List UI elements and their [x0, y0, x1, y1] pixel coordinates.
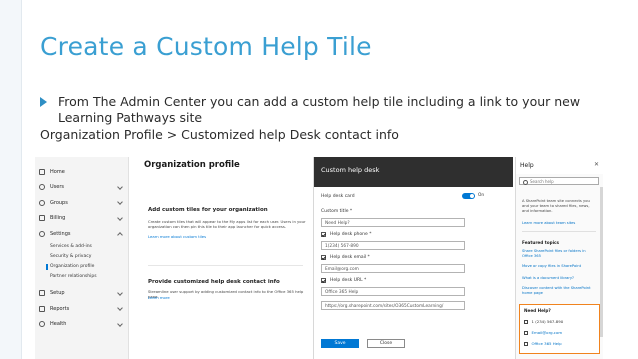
- help-topic-link[interactable]: Share SharePoint files or folders in Off…: [522, 249, 596, 259]
- close-icon[interactable]: ✕: [594, 161, 599, 168]
- need-help-link-text: Office 365 Help: [531, 341, 562, 346]
- admin-center-screenshot: Home Users Groups Billing Settings Servi…: [35, 157, 603, 359]
- slide-side-bar: [0, 0, 22, 359]
- url-checkbox[interactable]: [321, 278, 326, 283]
- help-desk-learn-link[interactable]: Learn more: [148, 295, 170, 300]
- bullet-text: From The Admin Center you can add a cust…: [58, 94, 581, 125]
- help-intro-text: A SharePoint team site connects you and …: [522, 199, 590, 213]
- save-button[interactable]: Save: [321, 339, 359, 348]
- help-desk-card-toggle[interactable]: [462, 193, 475, 199]
- chevron-down-icon: [117, 199, 123, 205]
- chevron-down-icon: [117, 214, 123, 221]
- url-input[interactable]: https://org.sharepoint.com/sites/O365Cus…: [321, 301, 465, 310]
- nav-sub-partner[interactable]: Partner relationships: [35, 272, 128, 282]
- billing-icon: [39, 215, 45, 222]
- nav-label: Reports: [50, 305, 70, 312]
- email-input[interactable]: Email@org.com: [321, 264, 465, 273]
- heart-icon: [39, 321, 45, 328]
- need-help-card: Need Help? 1 (234) 567-890 Email@org.com…: [519, 304, 600, 354]
- nav-label: Health: [50, 321, 67, 328]
- need-help-email-text: Email@org.com: [531, 330, 563, 335]
- phone-label: Help desk phone *: [330, 232, 372, 237]
- help-topic-link[interactable]: Move or copy files in SharePoint: [522, 264, 596, 269]
- email-label: Help desk email *: [330, 255, 370, 260]
- help-search-input[interactable]: Search help: [519, 177, 599, 185]
- help-learn-link[interactable]: Learn more about team sites: [522, 221, 596, 226]
- custom-tiles-text: Create custom tiles that will appear to …: [148, 219, 306, 229]
- nav-sub-services[interactable]: Services & add-ins: [35, 242, 128, 252]
- toggle-state-label: On: [478, 193, 485, 198]
- url-label: Help desk URL *: [330, 278, 367, 283]
- custom-help-desk-dialog: Custom help desk Help desk card On Custo…: [313, 157, 513, 359]
- gear-icon: [39, 230, 45, 237]
- help-scrollbar[interactable]: [600, 187, 603, 337]
- help-topic-link[interactable]: What is a document library?: [522, 276, 596, 281]
- page-title: Organization profile: [144, 160, 240, 170]
- nav-item-setup[interactable]: Setup: [35, 286, 128, 302]
- help-topic-link[interactable]: Discover content with the SharePoint hom…: [522, 286, 596, 296]
- need-help-link[interactable]: Office 365 Help: [524, 341, 562, 346]
- phone-icon: [524, 319, 528, 324]
- chevron-down-icon: [117, 305, 123, 311]
- chevron-down-icon: [117, 289, 123, 296]
- admin-nav: Home Users Groups Billing Settings Servi…: [35, 157, 129, 359]
- bullet-arrow-icon: [40, 97, 47, 107]
- chevron-down-icon: [117, 183, 123, 190]
- slide-bullet: From The Admin Center you can add a cust…: [40, 94, 620, 126]
- dialog-title: Custom help desk: [314, 157, 513, 187]
- need-help-phone: 1 (234) 567-890: [524, 319, 563, 324]
- nav-label: Groups: [50, 199, 68, 206]
- user-icon: [39, 184, 45, 191]
- nav-label: Setup: [50, 290, 65, 297]
- close-button[interactable]: Close: [367, 339, 405, 348]
- wrench-icon: [39, 290, 45, 297]
- chart-icon: [39, 305, 45, 312]
- chevron-down-icon: [117, 320, 123, 327]
- help-pane-header: Help ✕: [516, 157, 603, 174]
- nav-label: Users: [50, 184, 65, 191]
- nav-sub-org-profile[interactable]: Organization profile: [35, 262, 128, 272]
- nav-item-home[interactable]: Home: [35, 164, 128, 180]
- nav-item-reports[interactable]: Reports: [35, 301, 128, 317]
- nav-item-health[interactable]: Health: [35, 317, 128, 333]
- nav-item-settings[interactable]: Settings: [35, 226, 128, 242]
- mail-icon: [524, 330, 528, 335]
- help-desk-text: Streamline user support by adding custom…: [148, 289, 304, 299]
- help-desk-heading: Provide customized help desk contact inf…: [148, 279, 280, 285]
- chevron-up-icon: [117, 232, 123, 238]
- custom-tiles-learn-link[interactable]: Learn more about custom tiles: [148, 234, 206, 239]
- url-title-input[interactable]: Office 365 Help: [321, 287, 465, 296]
- nav-label: Billing: [50, 215, 66, 222]
- custom-tiles-heading: Add custom tiles for your organization: [148, 207, 268, 213]
- organization-profile-panel: Organization profile Add custom tiles fo…: [130, 157, 310, 359]
- divider: [522, 231, 596, 232]
- nav-label: Home: [50, 168, 65, 175]
- slide-subline: Organization Profile > Customized help D…: [40, 127, 399, 142]
- custom-title-input[interactable]: Need Help?: [321, 218, 465, 227]
- need-help-phone-text: 1 (234) 567-890: [531, 319, 564, 324]
- nav-item-users[interactable]: Users: [35, 180, 128, 196]
- nav-item-groups[interactable]: Groups: [35, 195, 128, 211]
- nav-label: Settings: [50, 230, 71, 237]
- need-help-title: Need Help?: [524, 308, 551, 313]
- custom-title-label: Custom title *: [321, 209, 353, 214]
- slide-title: Create a Custom Help Tile: [40, 32, 372, 61]
- need-help-email[interactable]: Email@org.com: [524, 330, 562, 335]
- divider: [148, 265, 303, 266]
- help-pane-title: Help: [520, 162, 534, 169]
- phone-input[interactable]: 1(234) 567-890: [321, 241, 465, 250]
- groups-icon: [39, 199, 45, 206]
- nav-sub-security[interactable]: Security & privacy: [35, 252, 128, 262]
- help-pane: Help ✕ Search help A SharePoint team sit…: [515, 157, 603, 359]
- email-checkbox[interactable]: [321, 255, 326, 260]
- phone-checkbox[interactable]: [321, 232, 326, 237]
- featured-topics-heading: Featured topics: [522, 240, 559, 245]
- globe-icon: [524, 341, 528, 346]
- home-icon: [39, 168, 45, 175]
- nav-item-billing[interactable]: Billing: [35, 211, 128, 227]
- help-desk-card-label: Help desk card: [321, 194, 355, 199]
